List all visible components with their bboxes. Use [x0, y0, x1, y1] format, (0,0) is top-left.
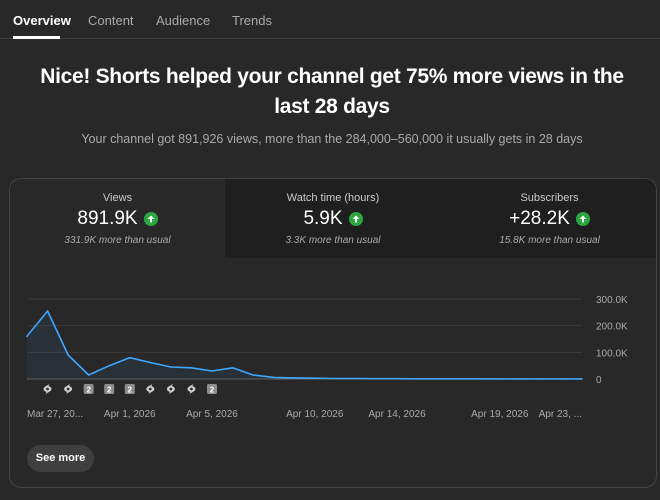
see-more-button[interactable]: See more: [27, 445, 94, 472]
data-point: [437, 377, 439, 380]
data-point: [581, 378, 583, 380]
views-line-chart: 0 100.0K 200.0K 300.0K 2 2 2 2 Mar 27, 20... Apr …: [26, 295, 628, 420]
data-point: [313, 377, 316, 379]
shorts-icon: [146, 384, 155, 394]
data-point: [252, 374, 254, 376]
series-area: [27, 311, 582, 379]
analytics-card: Views 891.9K 331.9K more than usual Watc…: [9, 178, 657, 488]
upload-count-label: 2: [86, 386, 91, 395]
upload-count-label: 2: [128, 386, 133, 395]
shorts-icon: [64, 384, 73, 394]
data-point: [293, 377, 296, 379]
data-point: [190, 367, 193, 369]
y-tick-label: 200.0K: [596, 322, 628, 333]
data-point: [211, 370, 213, 372]
data-point: [170, 366, 172, 368]
data-point: [519, 378, 522, 380]
data-point: [375, 377, 378, 380]
subline: Your channel got 891,926 views, more tha…: [81, 132, 583, 146]
data-point: [478, 378, 481, 380]
x-tick-label: Apr 1, 2026: [104, 409, 156, 420]
tab-overview[interactable]: Overview: [13, 13, 71, 28]
data-point: [272, 376, 275, 379]
data-point: [149, 361, 152, 364]
data-point: [560, 378, 563, 380]
data-point: [457, 378, 460, 380]
x-tick-label: Apr 14, 2026: [368, 409, 426, 420]
data-point: [46, 310, 49, 312]
tab-content[interactable]: Content: [88, 13, 134, 28]
data-point: [334, 377, 337, 380]
x-tick-label: Apr 19, 2026: [471, 409, 529, 420]
data-point: [231, 367, 234, 369]
shorts-icon: [43, 384, 52, 394]
tab-audience[interactable]: Audience: [156, 13, 210, 28]
data-point: [108, 364, 111, 367]
data-point: [540, 378, 542, 380]
data-point: [26, 335, 28, 338]
data-point: [355, 377, 357, 380]
x-tick-label: Mar 27, 20...: [27, 409, 83, 420]
x-tick-label: Apr 10, 2026: [286, 409, 344, 420]
shorts-icon: [187, 384, 196, 394]
tab-trends[interactable]: Trends: [232, 13, 272, 28]
data-point: [498, 378, 501, 380]
data-point: [416, 377, 419, 380]
data-point: [87, 374, 90, 376]
x-tick-label: Apr 5, 2026: [186, 409, 238, 420]
shorts-icon: [166, 384, 175, 394]
active-tab-indicator: [13, 36, 60, 39]
upload-count-label: 2: [210, 386, 215, 395]
headline: Nice! Shorts helped your channel get 75%…: [40, 65, 624, 118]
data-point: [128, 356, 131, 359]
y-tick-label: 100.0K: [596, 348, 628, 359]
data-point: [396, 377, 398, 380]
upload-count-label: 2: [107, 386, 112, 395]
x-tick-label: Apr 23, ...: [539, 409, 582, 420]
y-tick-label: 300.0K: [596, 295, 628, 306]
data-point: [67, 354, 69, 356]
y-tick-label: 0: [596, 375, 602, 386]
tab-bar: Overview Content Audience Trends: [0, 0, 660, 39]
